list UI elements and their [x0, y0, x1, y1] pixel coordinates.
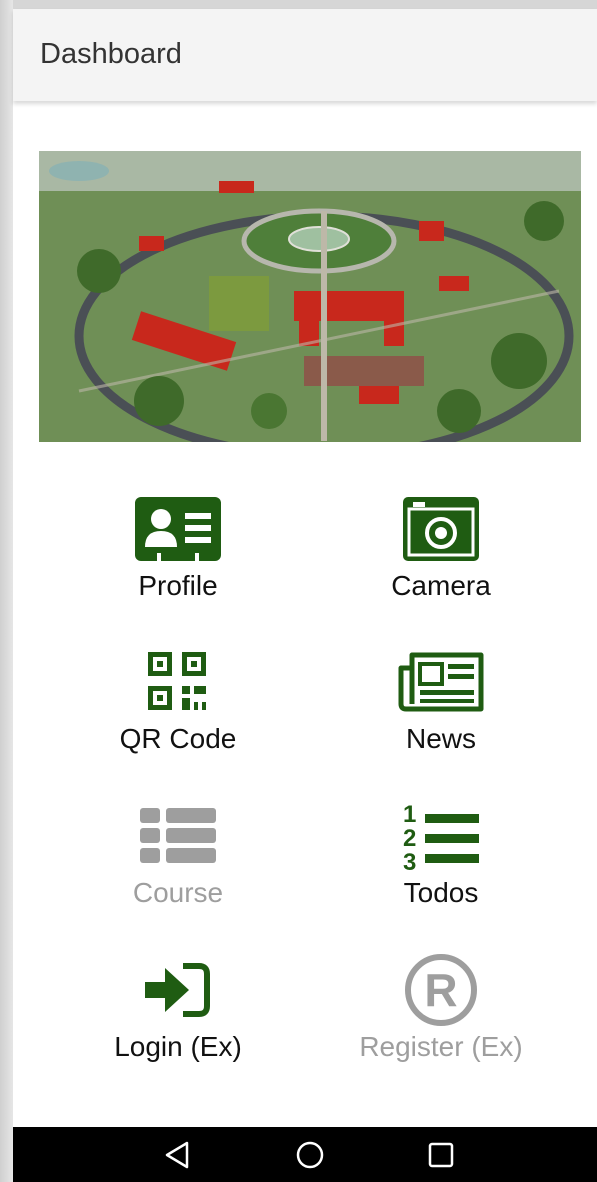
menu-label: Todos: [403, 877, 479, 908]
menu-label: QR Code: [119, 723, 237, 754]
menu-tile-camera[interactable]: Camera: [311, 494, 571, 634]
menu-label: Course: [132, 877, 224, 908]
app-screen: Dashboard Profile Camera QR Code News Co…: [13, 9, 597, 1182]
menu-tile-todos[interactable]: 1 2 3 Todos: [311, 801, 571, 941]
svg-text:3: 3: [403, 849, 416, 871]
menu-label: Camera: [391, 570, 491, 601]
menu-tile-news[interactable]: News: [311, 647, 571, 787]
menu-tile-qr-code[interactable]: QR Code: [48, 647, 308, 787]
newspaper-icon: [311, 647, 571, 717]
menu-tile-profile[interactable]: Profile: [48, 494, 308, 634]
list-icon: [48, 801, 308, 871]
camera-icon: [311, 494, 571, 564]
menu-label: News: [405, 723, 476, 754]
home-icon[interactable]: [280, 1127, 340, 1182]
system-nav-bar: [13, 1127, 597, 1182]
menu-label: Login (Ex): [114, 1031, 242, 1062]
id-card-icon: [48, 494, 308, 564]
campus-banner-image: [39, 151, 581, 442]
device-frame-left: [0, 0, 13, 1182]
svg-text:1: 1: [403, 801, 416, 828]
registered-icon: R: [311, 954, 571, 1026]
menu-tile-login[interactable]: Login (Ex): [48, 955, 308, 1095]
numbered-list-icon: 1 2 3: [311, 801, 571, 871]
menu-tile-register[interactable]: R Register (Ex): [311, 954, 571, 1095]
page-title: Dashboard: [40, 38, 182, 70]
svg-text:R: R: [424, 964, 457, 1016]
device-frame-top: [0, 0, 597, 9]
back-icon[interactable]: [147, 1127, 207, 1182]
app-bar: Dashboard: [13, 9, 597, 101]
recents-icon[interactable]: [411, 1127, 471, 1182]
menu-label: Register (Ex): [359, 1031, 523, 1062]
menu-tile-course[interactable]: Course: [48, 801, 308, 941]
sign-in-icon: [48, 955, 308, 1025]
menu-label: Profile: [138, 570, 218, 601]
qr-code-icon: [48, 647, 308, 717]
svg-text:2: 2: [403, 825, 416, 852]
